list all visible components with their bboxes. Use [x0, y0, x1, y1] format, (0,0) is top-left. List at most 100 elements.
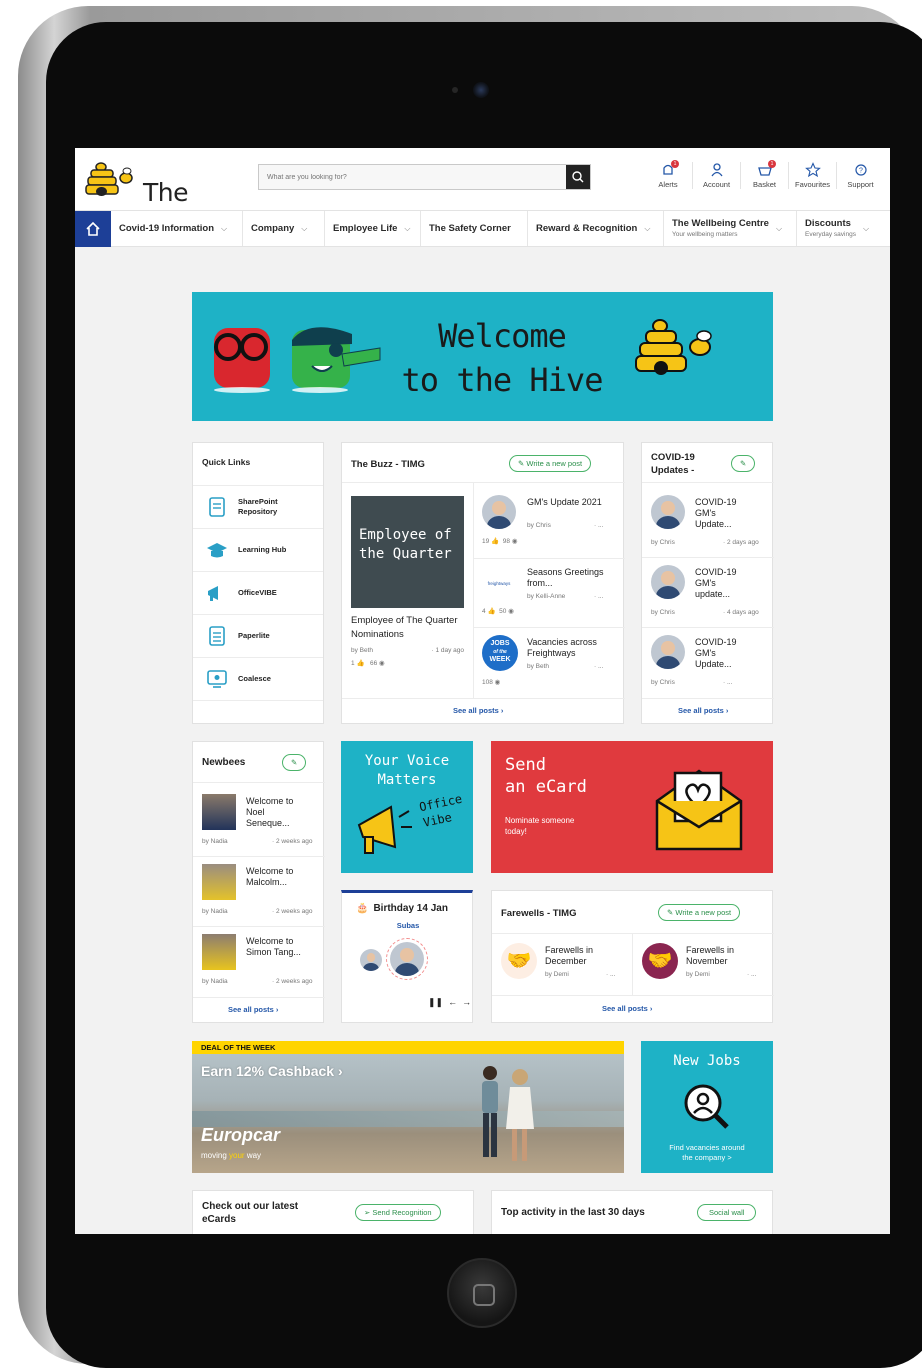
post-time: · 2 weeks ago [272, 838, 313, 845]
post-author: by Chris [651, 539, 675, 546]
top-activity-card: Top activity in the last 30 days Social … [491, 1190, 773, 1234]
covid-post[interactable]: COVID-19 GM's Update... by Chris · 2 day… [651, 495, 767, 551]
social-wall-button[interactable]: Social wall [697, 1204, 757, 1221]
nav-covid[interactable]: Covid-19 Information ⌵ [111, 211, 243, 246]
quick-link-more[interactable] [193, 700, 323, 723]
quick-link-coalesce[interactable]: Coalesce [193, 657, 323, 700]
your-voice-tile[interactable]: Your Voice Matters Office Vibe [341, 741, 473, 873]
post-views: 108 [482, 679, 493, 686]
deal-tagline-2: your [229, 1151, 245, 1160]
eye-icon: ◉ [379, 660, 385, 667]
jobs-of-week-badge: JOBS of the WEEK [482, 635, 518, 671]
covid-edit-button[interactable]: ✎ [731, 455, 756, 472]
edit-icon: ✎ [291, 758, 298, 767]
banner-title-line1: Welcome [438, 317, 567, 355]
feature-post[interactable]: Employee of the Quarter Employee of The … [351, 496, 464, 686]
nav-safety-corner[interactable]: The Safety Corner [421, 211, 528, 246]
chevron-down-icon: ⌵ [301, 223, 308, 233]
post-time: · ... [594, 593, 604, 600]
jobs-sub2: the company > [682, 1153, 732, 1162]
newbee-post[interactable]: Welcome to Malcolm... by Nadia · 2 weeks… [202, 864, 318, 920]
post-title: Welcome to Malcolm... [246, 866, 294, 887]
home-button[interactable] [447, 1258, 517, 1328]
covid-footer-divider [642, 698, 774, 699]
quick-link-paperlite[interactable]: Paperlite [193, 614, 323, 657]
banner-title: Welcome to the Hive [382, 314, 622, 402]
account-button[interactable]: Account [692, 162, 740, 189]
farewell-post[interactable]: 🤝 Farewells in December by Demi · ... [501, 943, 626, 991]
account-label: Account [702, 180, 731, 189]
buzz-post[interactable]: freightways Seasons Greetings from... by… [482, 567, 618, 625]
newbee-post[interactable]: Welcome to Noel Seneque... by Nadia · 2 … [202, 794, 318, 850]
arrow-right-icon[interactable]: → [462, 997, 471, 1007]
favourites-button[interactable]: Favourites [788, 162, 836, 189]
nav-reward[interactable]: Reward & Recognition ⌵ [528, 211, 664, 246]
basket-button[interactable]: 1 Basket [740, 160, 788, 189]
support-button[interactable]: ? Support [836, 162, 884, 189]
covid-post[interactable]: COVID-19 GM's update... by Chris · 4 day… [651, 565, 767, 621]
nav-covid-label: Covid-19 Information [119, 223, 215, 234]
post-time: · ... [723, 679, 733, 686]
newbees-edit-button[interactable]: ✎ [282, 754, 307, 771]
avatar [482, 495, 516, 529]
search-input[interactable] [259, 165, 559, 189]
post-stats: 4 👍 50 ◉ [482, 607, 514, 615]
post-time: · 2 days ago [723, 539, 759, 546]
send-ecard-tile[interactable]: Send an eCard Nominate someone today! [491, 741, 773, 873]
write-post-button[interactable]: ✎ Write a new post [509, 455, 592, 472]
deal-brand: Europcar [201, 1125, 281, 1145]
write-post-button[interactable]: ✎ Write a new post [658, 904, 741, 921]
arrow-left-icon[interactable]: ← [448, 997, 457, 1007]
buzz-post[interactable]: JOBS of the WEEK Vacancies across Freigh… [482, 635, 618, 693]
edit-icon: ✎ [740, 459, 747, 468]
see-all-posts-link[interactable]: See all posts › [678, 706, 728, 715]
buzz-post[interactable]: GM's Update 2021 by Chris · ... 19 👍 98 … [482, 495, 618, 553]
voice-line1: Your Voice [364, 753, 450, 769]
welcome-banner[interactable]: Welcome to the Hive [192, 292, 773, 421]
quick-link-sharepoint[interactable]: SharePoint Repository [193, 485, 323, 528]
post-title: GM's Update 2021 [527, 497, 602, 507]
deal-of-the-week-banner[interactable]: DEAL OF THE WEEK Earn 12% Cashback › Eur… [192, 1041, 624, 1173]
nav-safety-corner-label: The Safety Corner [429, 223, 511, 234]
post-time: · ... [594, 663, 604, 670]
newbee-post[interactable]: Welcome to Simon Tang... by Nadia · 2 we… [202, 934, 318, 990]
new-jobs-tile[interactable]: New Jobs Find vacancies around the compa… [641, 1041, 773, 1173]
nav-home-button[interactable] [75, 211, 111, 247]
send-recognition-button[interactable]: ➢ Send Recognition [355, 1204, 441, 1221]
nav-company[interactable]: Company ⌵ [243, 211, 325, 246]
see-all-posts-link[interactable]: See all posts › [602, 1004, 652, 1013]
feature-image: Employee of the Quarter [351, 496, 464, 608]
quick-link-officevibe[interactable]: OfficeVIBE [193, 571, 323, 614]
post-title: Seasons Greetings from... [527, 567, 604, 588]
logo[interactable]: The Hive [85, 160, 235, 236]
megaphone-icon [357, 805, 412, 854]
basket-label: Basket [753, 180, 776, 189]
jobs-title: New Jobs [673, 1053, 741, 1069]
see-all-posts-link[interactable]: See all posts › [228, 1005, 278, 1014]
covid-updates-card: COVID-19 Updates - ✎ COVID-19 GM's Updat… [641, 442, 774, 724]
post-author: by Demi [686, 971, 710, 978]
nav-employee-life[interactable]: Employee Life ⌵ [325, 211, 421, 246]
alerts-badge: 1 [671, 160, 679, 168]
nav-wellbeing[interactable]: The Wellbeing Centre Your wellbeing matte… [664, 211, 797, 246]
pause-icon[interactable]: ❚❚ [428, 997, 443, 1007]
home-icon [86, 221, 100, 236]
deal-tagline-3: way [246, 1151, 262, 1160]
handshake-icon: 🤝 [642, 943, 678, 979]
covid-post[interactable]: COVID-19 GM's Update... by Chris · ... [651, 635, 767, 691]
nav-discounts[interactable]: Discounts Everyday savings ⌵ [797, 211, 890, 246]
ecards-title-1: Check out our latest [202, 1201, 299, 1212]
post-stats: 108 ◉ [482, 678, 500, 686]
post-likes: 4 [482, 608, 486, 615]
feature-title: Employee of The Quarter Nominations [351, 615, 458, 640]
avatar [651, 565, 685, 599]
see-all-posts-link[interactable]: See all posts › [453, 706, 503, 715]
alerts-button[interactable]: 1 Alerts [644, 160, 692, 189]
quick-link-learning-hub[interactable]: Learning Hub [193, 528, 323, 571]
search-button[interactable] [566, 165, 590, 189]
ecards-title: Check out our latest eCards [202, 1200, 298, 1226]
post-title: COVID-19 GM's Update... [695, 497, 737, 529]
checklist-icon [205, 624, 229, 648]
photo [202, 794, 236, 830]
farewell-post[interactable]: 🤝 Farewells in November by Demi · ... [642, 943, 767, 991]
